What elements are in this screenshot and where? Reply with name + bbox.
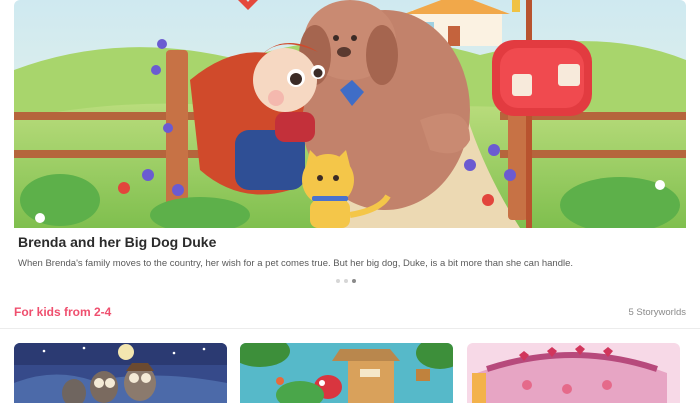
featured-story-description: When Brenda's family moves to the countr…	[18, 258, 574, 269]
pagination-dot-3-active[interactable]	[352, 279, 356, 283]
section-divider	[0, 328, 700, 329]
storyworld-card-2[interactable]	[240, 343, 453, 403]
featured-story-banner[interactable]	[0, 0, 700, 228]
pagination-dot-1[interactable]	[336, 279, 340, 283]
pagination-dot-2[interactable]	[344, 279, 348, 283]
gingerbread-house-illustration	[467, 343, 680, 403]
featured-story-title[interactable]: Brenda and her Big Dog Duke	[18, 234, 216, 250]
storyworld-card-3[interactable]	[467, 343, 680, 403]
storyworld-count[interactable]: 5 Storyworlds	[628, 307, 686, 318]
storyworld-card-1[interactable]	[14, 343, 227, 403]
carousel-pagination	[336, 279, 356, 283]
treehouse-illustration	[240, 343, 453, 403]
section-title: For kids from 2-4	[14, 305, 112, 319]
featured-story-illustration	[14, 0, 686, 228]
night-owls-illustration	[14, 343, 227, 403]
